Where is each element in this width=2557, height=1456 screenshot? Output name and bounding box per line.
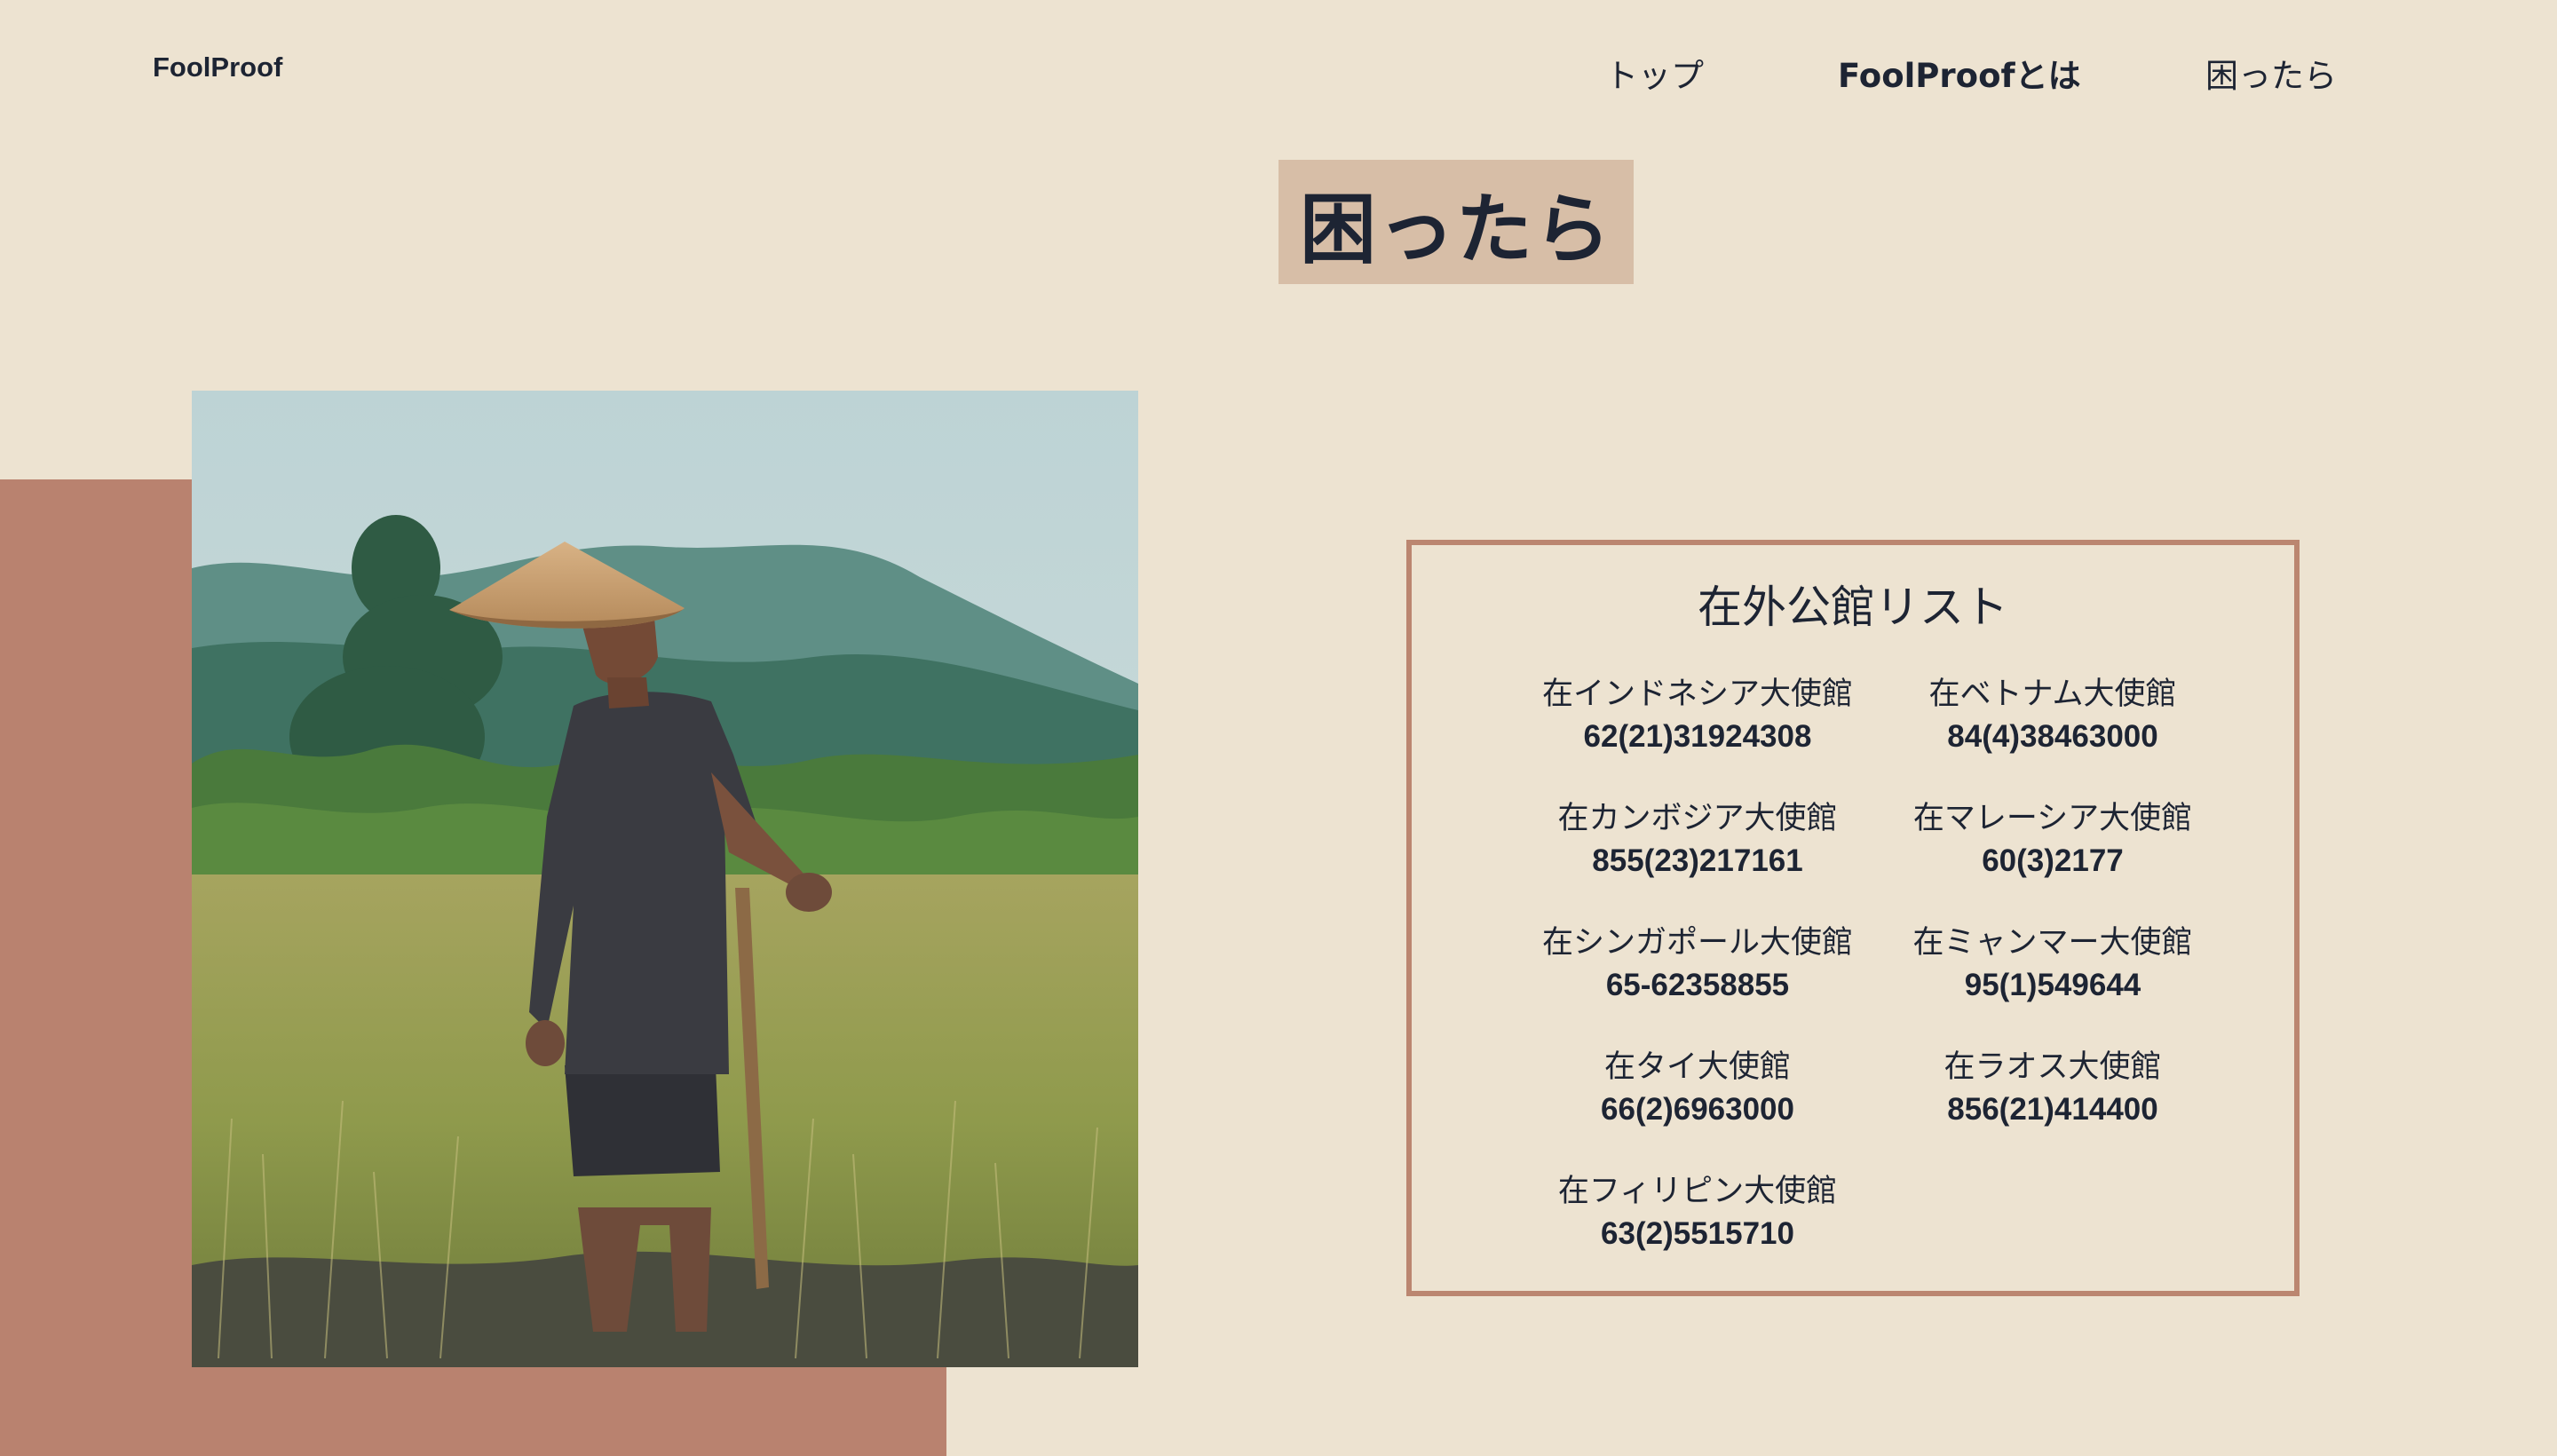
embassy-phone-link[interactable]: 63(2)5515710 <box>1520 1213 1875 1255</box>
embassy-name: 在タイ大使館 <box>1603 1049 1791 1085</box>
embassy-name: 在ラオス大使館 <box>1943 1049 2162 1085</box>
embassy-phone-link[interactable]: 855(23)217161 <box>1520 840 1875 882</box>
embassy-item-philippines: 在フィリピン大使館 63(2)5515710 <box>1520 1170 1875 1255</box>
embassy-item-cambodia: 在カンボジア大使館 855(23)217161 <box>1520 797 1875 882</box>
embassy-name: 在ベトナム大使館 <box>1928 677 2177 712</box>
brand-logo-link[interactable]: FoolProof <box>153 51 282 83</box>
embassy-name: 在シンガポール大使館 <box>1541 925 1853 961</box>
embassy-item-vietnam: 在ベトナム大使館 84(4)38463000 <box>1875 673 2230 758</box>
embassy-name: 在インドネシア大使館 <box>1541 677 1853 712</box>
embassy-item-myanmar: 在ミャンマー大使館 95(1)549644 <box>1875 922 2230 1007</box>
embassy-item-singapore: 在シンガポール大使館 65-62358855 <box>1520 922 1875 1007</box>
embassy-list-title: 在外公館リスト <box>1698 582 2008 633</box>
embassy-item-thailand: 在タイ大使館 66(2)6963000 <box>1520 1046 1875 1131</box>
embassy-phone-link[interactable]: 856(21)414400 <box>1875 1088 2230 1131</box>
embassy-list: 在インドネシア大使館 62(21)31924308 在ベトナム大使館 84(4)… <box>1520 673 2230 1255</box>
embassy-name: 在ミャンマー大使館 <box>1912 925 2193 961</box>
embassy-name: 在マレーシア大使館 <box>1912 801 2193 836</box>
embassy-phone-link[interactable]: 66(2)6963000 <box>1520 1088 1875 1131</box>
embassy-phone-link[interactable]: 95(1)549644 <box>1875 964 2230 1007</box>
embassy-item-malaysia: 在マレーシア大使館 60(3)2177 <box>1875 797 2230 882</box>
nav-link-about[interactable]: FoolProofとは <box>1838 49 2081 95</box>
page-title-box: 困ったら <box>1278 160 1634 284</box>
nav-link-help[interactable]: 困ったら <box>2205 49 2337 95</box>
embassy-item-laos: 在ラオス大使館 856(21)414400 <box>1875 1046 2230 1131</box>
embassy-name: 在カンボジア大使館 <box>1557 801 1838 836</box>
embassy-phone-link[interactable]: 62(21)31924308 <box>1520 716 1875 758</box>
embassy-phone-link[interactable]: 84(4)38463000 <box>1875 716 2230 758</box>
embassy-item-indonesia: 在インドネシア大使館 62(21)31924308 <box>1520 673 1875 758</box>
page-title: 困ったら <box>1300 185 1612 274</box>
embassy-name: 在フィリピン大使館 <box>1557 1174 1838 1209</box>
embassy-phone-link[interactable]: 65-62358855 <box>1520 964 1875 1007</box>
embassy-list-panel: 在外公館リスト 在インドネシア大使館 62(21)31924308 在ベトナム大… <box>1406 540 2300 1296</box>
embassy-phone-link[interactable]: 60(3)2177 <box>1875 840 2230 882</box>
nav-link-top[interactable]: トップ <box>1605 49 1704 95</box>
farmer-photo <box>192 391 1138 1367</box>
